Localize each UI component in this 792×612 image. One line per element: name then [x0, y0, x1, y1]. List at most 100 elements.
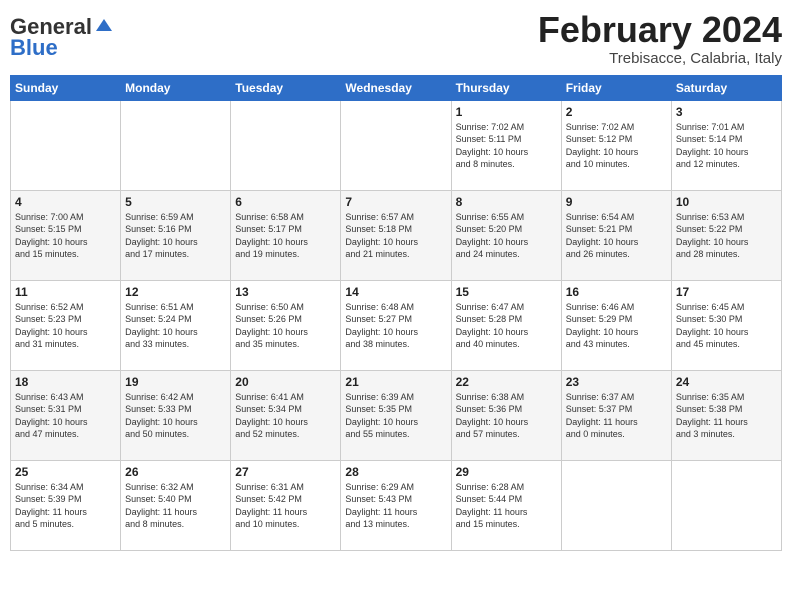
logo-icon — [94, 17, 114, 37]
calendar-cell: 6 Sunrise: 6:58 AM Sunset: 5:17 PM Daylig… — [231, 190, 341, 280]
calendar-cell: 22 Sunrise: 6:38 AM Sunset: 5:36 PM Dayli… — [451, 370, 561, 460]
day-info: Sunrise: 6:29 AM Sunset: 5:43 PM Dayligh… — [345, 481, 446, 531]
calendar-cell: 25Sunrise: 6:34 AM Sunset: 5:39 PM Dayli… — [11, 460, 121, 550]
day-number: 5 — [125, 195, 226, 209]
day-number: 22 — [456, 375, 557, 389]
calendar-cell: 5 Sunrise: 6:59 AM Sunset: 5:16 PM Daylig… — [121, 190, 231, 280]
day-number: 1 — [456, 105, 557, 119]
day-info: Sunrise: 6:38 AM Sunset: 5:36 PM Dayligh… — [456, 391, 557, 441]
calendar-cell: 18Sunrise: 6:43 AM Sunset: 5:31 PM Dayli… — [11, 370, 121, 460]
header-sunday: Sunday — [11, 75, 121, 100]
calendar-cell: 15 Sunrise: 6:47 AM Sunset: 5:28 PM Dayli… — [451, 280, 561, 370]
day-info: Sunrise: 6:28 AM Sunset: 5:44 PM Dayligh… — [456, 481, 557, 531]
day-info: Sunrise: 6:52 AM Sunset: 5:23 PM Dayligh… — [15, 301, 116, 351]
calendar-cell: 1 Sunrise: 7:02 AM Sunset: 5:11 PM Daylig… — [451, 100, 561, 190]
calendar-cell: 2 Sunrise: 7:02 AM Sunset: 5:12 PM Daylig… — [561, 100, 671, 190]
day-number: 9 — [566, 195, 667, 209]
day-info: Sunrise: 6:58 AM Sunset: 5:17 PM Dayligh… — [235, 211, 336, 261]
calendar-cell: 26Sunrise: 6:32 AM Sunset: 5:40 PM Dayli… — [121, 460, 231, 550]
day-number: 27 — [235, 465, 336, 479]
day-number: 6 — [235, 195, 336, 209]
calendar-cell: 12 Sunrise: 6:51 AM Sunset: 5:24 PM Dayli… — [121, 280, 231, 370]
header-friday: Friday — [561, 75, 671, 100]
day-number: 11 — [15, 285, 116, 299]
day-number: 2 — [566, 105, 667, 119]
calendar-cell — [671, 460, 781, 550]
day-number: 25 — [15, 465, 116, 479]
day-info: Sunrise: 6:42 AM Sunset: 5:33 PM Dayligh… — [125, 391, 226, 441]
day-number: 24 — [676, 375, 777, 389]
calendar-cell — [11, 100, 121, 190]
calendar-cell: 28 Sunrise: 6:29 AM Sunset: 5:43 PM Dayli… — [341, 460, 451, 550]
day-info: Sunrise: 7:02 AM Sunset: 5:12 PM Dayligh… — [566, 121, 667, 171]
day-info: Sunrise: 6:51 AM Sunset: 5:24 PM Dayligh… — [125, 301, 226, 351]
calendar-cell — [341, 100, 451, 190]
day-info: Sunrise: 6:59 AM Sunset: 5:16 PM Dayligh… — [125, 211, 226, 261]
day-number: 13 — [235, 285, 336, 299]
day-number: 15 — [456, 285, 557, 299]
calendar-week-row: 11 Sunrise: 6:52 AM Sunset: 5:23 PM Dayli… — [11, 280, 782, 370]
day-number: 23 — [566, 375, 667, 389]
day-number: 14 — [345, 285, 446, 299]
day-info: Sunrise: 6:39 AM Sunset: 5:35 PM Dayligh… — [345, 391, 446, 441]
calendar-cell: 4Sunrise: 7:00 AM Sunset: 5:15 PM Daylig… — [11, 190, 121, 280]
day-number: 10 — [676, 195, 777, 209]
day-info: Sunrise: 6:55 AM Sunset: 5:20 PM Dayligh… — [456, 211, 557, 261]
day-number: 12 — [125, 285, 226, 299]
day-number: 18 — [15, 375, 116, 389]
calendar-cell: 23 Sunrise: 6:37 AM Sunset: 5:37 PM Dayli… — [561, 370, 671, 460]
day-info: Sunrise: 6:57 AM Sunset: 5:18 PM Dayligh… — [345, 211, 446, 261]
calendar-cell — [231, 100, 341, 190]
day-info: Sunrise: 6:46 AM Sunset: 5:29 PM Dayligh… — [566, 301, 667, 351]
page-header: General Blue February 2024 Trebisacce, C… — [10, 10, 782, 67]
logo: General Blue — [10, 14, 114, 58]
calendar-cell: 10 Sunrise: 6:53 AM Sunset: 5:22 PM Dayli… — [671, 190, 781, 280]
title-area: February 2024 Trebisacce, Calabria, Ital… — [538, 10, 782, 67]
header-thursday: Thursday — [451, 75, 561, 100]
calendar-cell: 3Sunrise: 7:01 AM Sunset: 5:14 PM Daylig… — [671, 100, 781, 190]
calendar-cell: 7 Sunrise: 6:57 AM Sunset: 5:18 PM Daylig… — [341, 190, 451, 280]
calendar-cell: 17Sunrise: 6:45 AM Sunset: 5:30 PM Dayli… — [671, 280, 781, 370]
day-number: 28 — [345, 465, 446, 479]
calendar-cell: 8 Sunrise: 6:55 AM Sunset: 5:20 PM Daylig… — [451, 190, 561, 280]
calendar-week-row: 18Sunrise: 6:43 AM Sunset: 5:31 PM Dayli… — [11, 370, 782, 460]
day-info: Sunrise: 6:32 AM Sunset: 5:40 PM Dayligh… — [125, 481, 226, 531]
day-number: 8 — [456, 195, 557, 209]
calendar-cell: 13 Sunrise: 6:50 AM Sunset: 5:26 PM Dayli… — [231, 280, 341, 370]
calendar-week-row: 25Sunrise: 6:34 AM Sunset: 5:39 PM Dayli… — [11, 460, 782, 550]
day-number: 29 — [456, 465, 557, 479]
day-number: 3 — [676, 105, 777, 119]
calendar-cell: 24Sunrise: 6:35 AM Sunset: 5:38 PM Dayli… — [671, 370, 781, 460]
calendar-cell: 29 Sunrise: 6:28 AM Sunset: 5:44 PM Dayli… — [451, 460, 561, 550]
header-saturday: Saturday — [671, 75, 781, 100]
day-number: 7 — [345, 195, 446, 209]
day-number: 19 — [125, 375, 226, 389]
day-number: 20 — [235, 375, 336, 389]
day-info: Sunrise: 6:47 AM Sunset: 5:28 PM Dayligh… — [456, 301, 557, 351]
calendar-cell: 19 Sunrise: 6:42 AM Sunset: 5:33 PM Dayli… — [121, 370, 231, 460]
calendar-cell: 9Sunrise: 6:54 AM Sunset: 5:21 PM Daylig… — [561, 190, 671, 280]
calendar-week-row: 1 Sunrise: 7:02 AM Sunset: 5:11 PM Daylig… — [11, 100, 782, 190]
calendar-week-row: 4Sunrise: 7:00 AM Sunset: 5:15 PM Daylig… — [11, 190, 782, 280]
calendar-cell: 27 Sunrise: 6:31 AM Sunset: 5:42 PM Dayli… — [231, 460, 341, 550]
logo-blue-text: Blue — [10, 38, 58, 58]
calendar-cell — [121, 100, 231, 190]
day-info: Sunrise: 6:53 AM Sunset: 5:22 PM Dayligh… — [676, 211, 777, 261]
day-info: Sunrise: 6:48 AM Sunset: 5:27 PM Dayligh… — [345, 301, 446, 351]
header-monday: Monday — [121, 75, 231, 100]
header-wednesday: Wednesday — [341, 75, 451, 100]
day-info: Sunrise: 7:02 AM Sunset: 5:11 PM Dayligh… — [456, 121, 557, 171]
calendar-cell: 21 Sunrise: 6:39 AM Sunset: 5:35 PM Dayli… — [341, 370, 451, 460]
day-number: 17 — [676, 285, 777, 299]
day-info: Sunrise: 6:50 AM Sunset: 5:26 PM Dayligh… — [235, 301, 336, 351]
day-info: Sunrise: 6:31 AM Sunset: 5:42 PM Dayligh… — [235, 481, 336, 531]
month-title: February 2024 — [538, 10, 782, 50]
day-info: Sunrise: 6:37 AM Sunset: 5:37 PM Dayligh… — [566, 391, 667, 441]
calendar-cell — [561, 460, 671, 550]
calendar-cell: 14 Sunrise: 6:48 AM Sunset: 5:27 PM Dayli… — [341, 280, 451, 370]
day-info: Sunrise: 6:41 AM Sunset: 5:34 PM Dayligh… — [235, 391, 336, 441]
day-number: 21 — [345, 375, 446, 389]
location-title: Trebisacce, Calabria, Italy — [538, 50, 782, 67]
calendar-cell: 20 Sunrise: 6:41 AM Sunset: 5:34 PM Dayli… — [231, 370, 341, 460]
day-number: 16 — [566, 285, 667, 299]
